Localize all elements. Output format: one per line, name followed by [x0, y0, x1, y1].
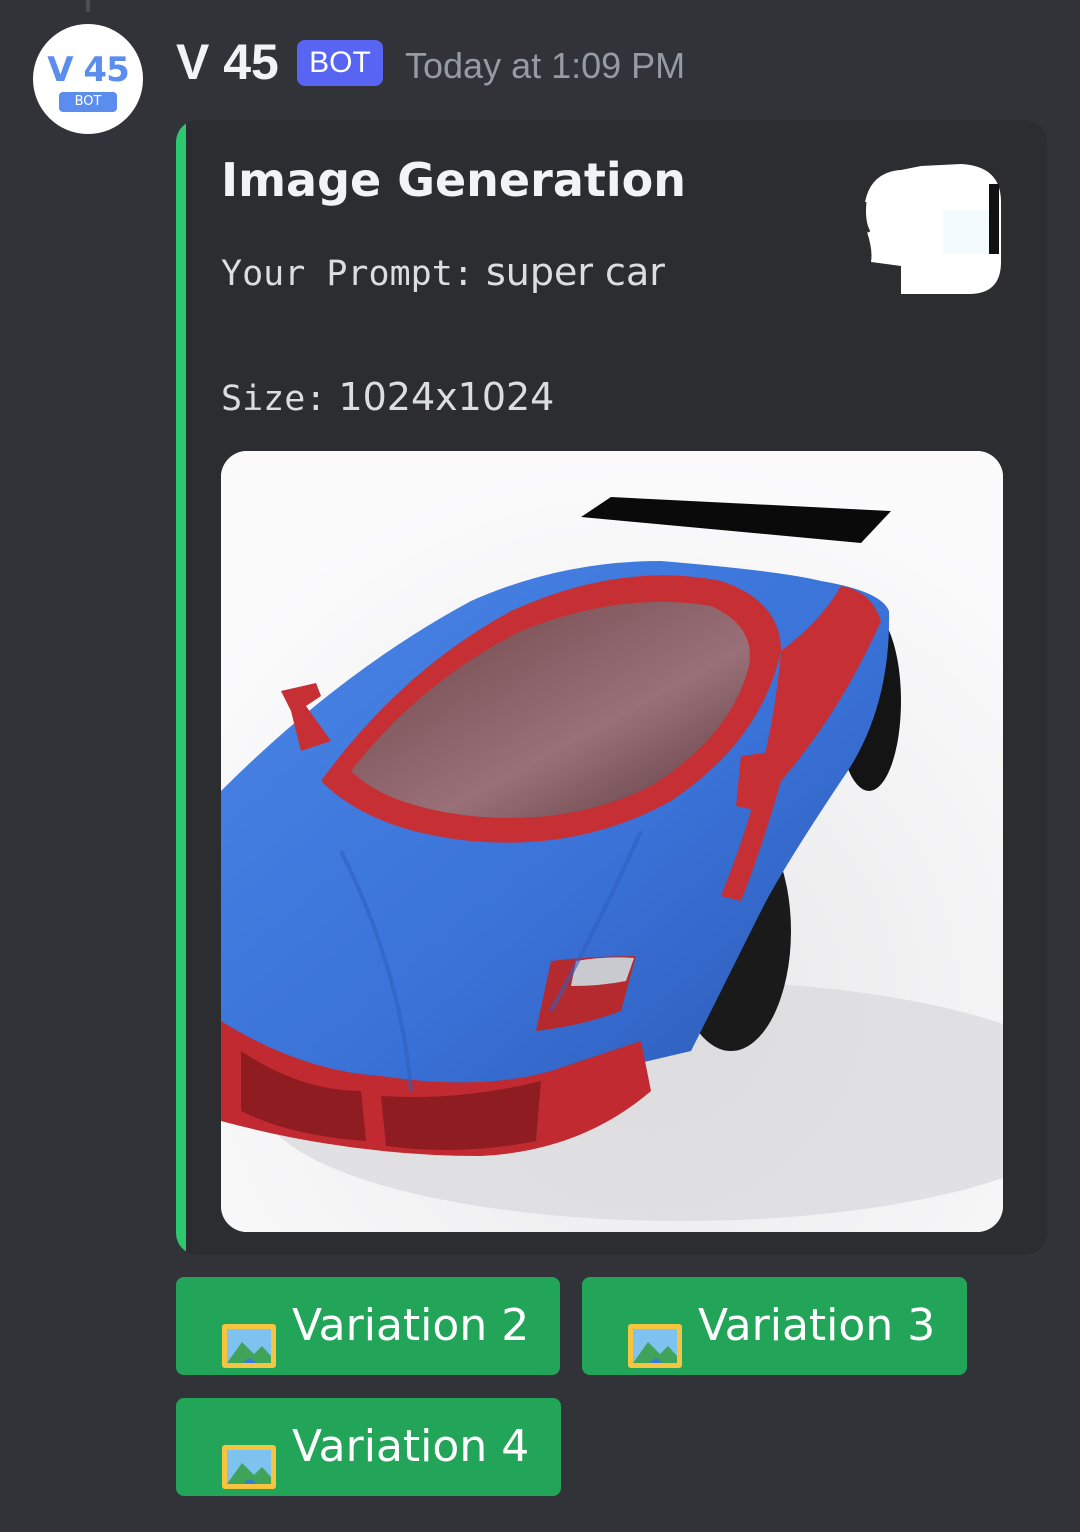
avatar-bot-badge: BOT [59, 92, 117, 112]
avatar[interactable]: V 45 BOT [33, 24, 143, 134]
author-name[interactable]: V 45 [176, 30, 279, 94]
size-label: Size: [221, 379, 327, 419]
variation-4-label: Variation 4 [292, 1421, 530, 1472]
variation-2-button[interactable]: Variation 2 [176, 1277, 560, 1375]
framed-picture-icon [222, 1426, 276, 1489]
chat-view: V 45 BOT V 45 BOT Today at 1:09 PM Image… [0, 0, 1080, 1532]
variation-2-label: Variation 2 [292, 1300, 530, 1351]
variation-3-label: Variation 3 [698, 1300, 936, 1351]
size-value: 1024x1024 [338, 375, 555, 419]
bot-thumbnail-icon[interactable] [861, 162, 1003, 296]
bot-tag: BOT [297, 40, 383, 86]
variation-4-button[interactable]: Variation 4 [176, 1398, 561, 1496]
embed-title: Image Generation [221, 153, 686, 207]
message-timestamp[interactable]: Today at 1:09 PM [405, 44, 685, 88]
prompt-value: super car [485, 250, 665, 294]
embed-accent-bar [176, 120, 186, 1255]
avatar-name: V 45 [47, 50, 129, 90]
prompt-label: Your Prompt: [221, 254, 474, 294]
thread-line [86, 0, 90, 12]
framed-picture-icon [628, 1305, 682, 1368]
generated-image[interactable] [221, 451, 1003, 1232]
variation-3-button[interactable]: Variation 3 [582, 1277, 967, 1375]
embed-card: Image Generation Your Prompt: super car … [176, 120, 1047, 1255]
framed-picture-icon [222, 1305, 276, 1368]
size-field: Size: 1024x1024 [221, 372, 554, 424]
prompt-field: Your Prompt: super car [221, 247, 665, 299]
